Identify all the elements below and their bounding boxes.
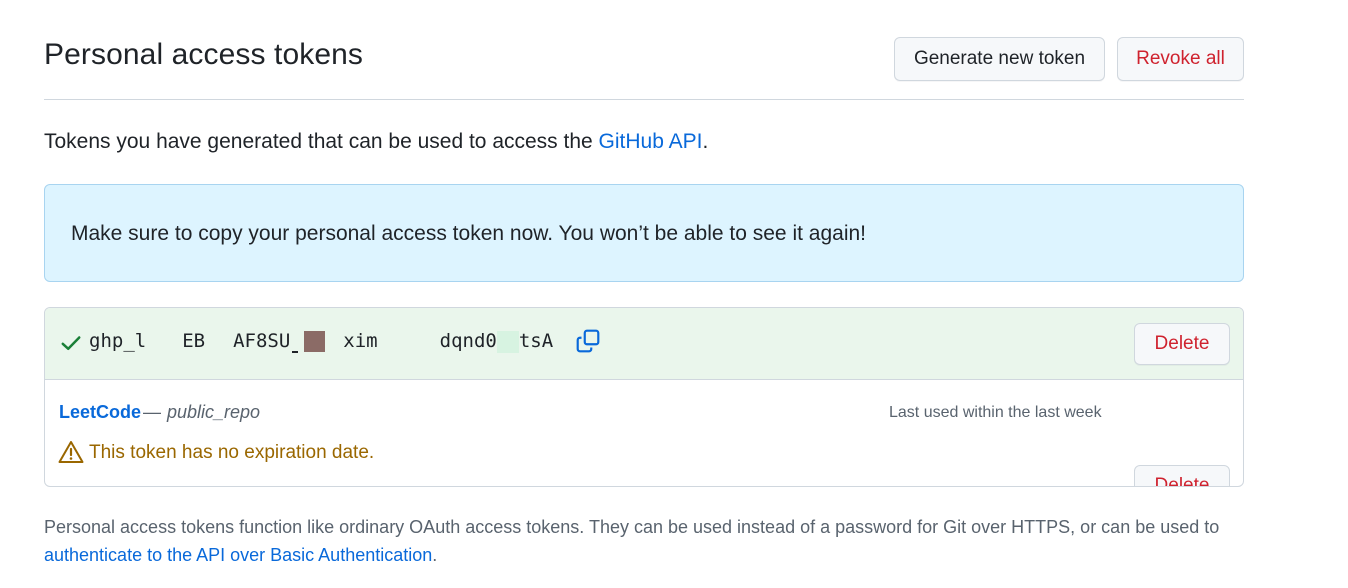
token-part-4: xim (343, 330, 378, 352)
intro-text-body: Tokens you have generated that can be us… (44, 130, 599, 153)
token-redaction-4 (304, 331, 326, 352)
token-redaction-1 (146, 340, 183, 343)
revoke-all-button[interactable]: Revoke all (1117, 37, 1244, 81)
footnote: Personal access tokens function like ord… (44, 513, 1254, 569)
token-part-6: tsA (518, 330, 554, 352)
page-title: Personal access tokens (44, 38, 364, 71)
delete-new-token-button[interactable]: Delete (1134, 323, 1230, 365)
delete-token-button[interactable]: Delete (1134, 465, 1230, 486)
token-part-5: dqnd0 (439, 330, 497, 352)
token-list: ghp_l EB AF8SU xim dqnd0 tsA Delete LeetCode … (44, 307, 1244, 487)
page-header: Personal access tokens Generate new toke… (44, 28, 1244, 100)
token-separator: — (143, 402, 161, 422)
footnote-suffix: . (432, 545, 438, 565)
new-token-row: ghp_l EB AF8SU xim dqnd0 tsA Delete (45, 308, 1243, 380)
intro-text-suffix: . (702, 130, 709, 153)
basic-auth-link[interactable]: authenticate to the API over Basic Authe… (44, 545, 432, 565)
copy-icon[interactable] (575, 328, 601, 354)
token-redaction-6 (377, 340, 440, 343)
token-part-1: ghp_l (89, 330, 147, 352)
intro-text: Tokens you have generated that can be us… (44, 130, 708, 154)
token-last-used: Last used within the last week (889, 404, 1102, 421)
expiration-warning: This token has no expiration date. (89, 442, 375, 463)
check-icon (61, 336, 81, 351)
token-row: LeetCode — public_repo Last used within … (45, 380, 1243, 486)
token-redaction-2 (205, 340, 234, 343)
token-redaction-3 (292, 350, 299, 353)
github-api-link[interactable]: GitHub API (599, 130, 703, 153)
token-part-2: EB (182, 330, 206, 352)
token-redaction-5 (325, 340, 344, 343)
token-scope: public_repo (167, 402, 261, 422)
token-value: ghp_l EB AF8SU xim dqnd0 tsA (89, 330, 553, 353)
alert-icon (58, 441, 84, 463)
footnote-text: Personal access tokens function like ord… (44, 517, 1220, 537)
copy-token-flash: Make sure to copy your personal access t… (44, 184, 1244, 282)
page: Personal access tokens Generate new toke… (0, 0, 1348, 588)
flash-message: Make sure to copy your personal access t… (71, 222, 866, 245)
token-part-3: AF8SU (233, 330, 291, 352)
generate-new-token-button[interactable]: Generate new token (894, 37, 1105, 81)
token-redaction-7 (496, 330, 519, 353)
token-name-link[interactable]: LeetCode (59, 402, 141, 423)
